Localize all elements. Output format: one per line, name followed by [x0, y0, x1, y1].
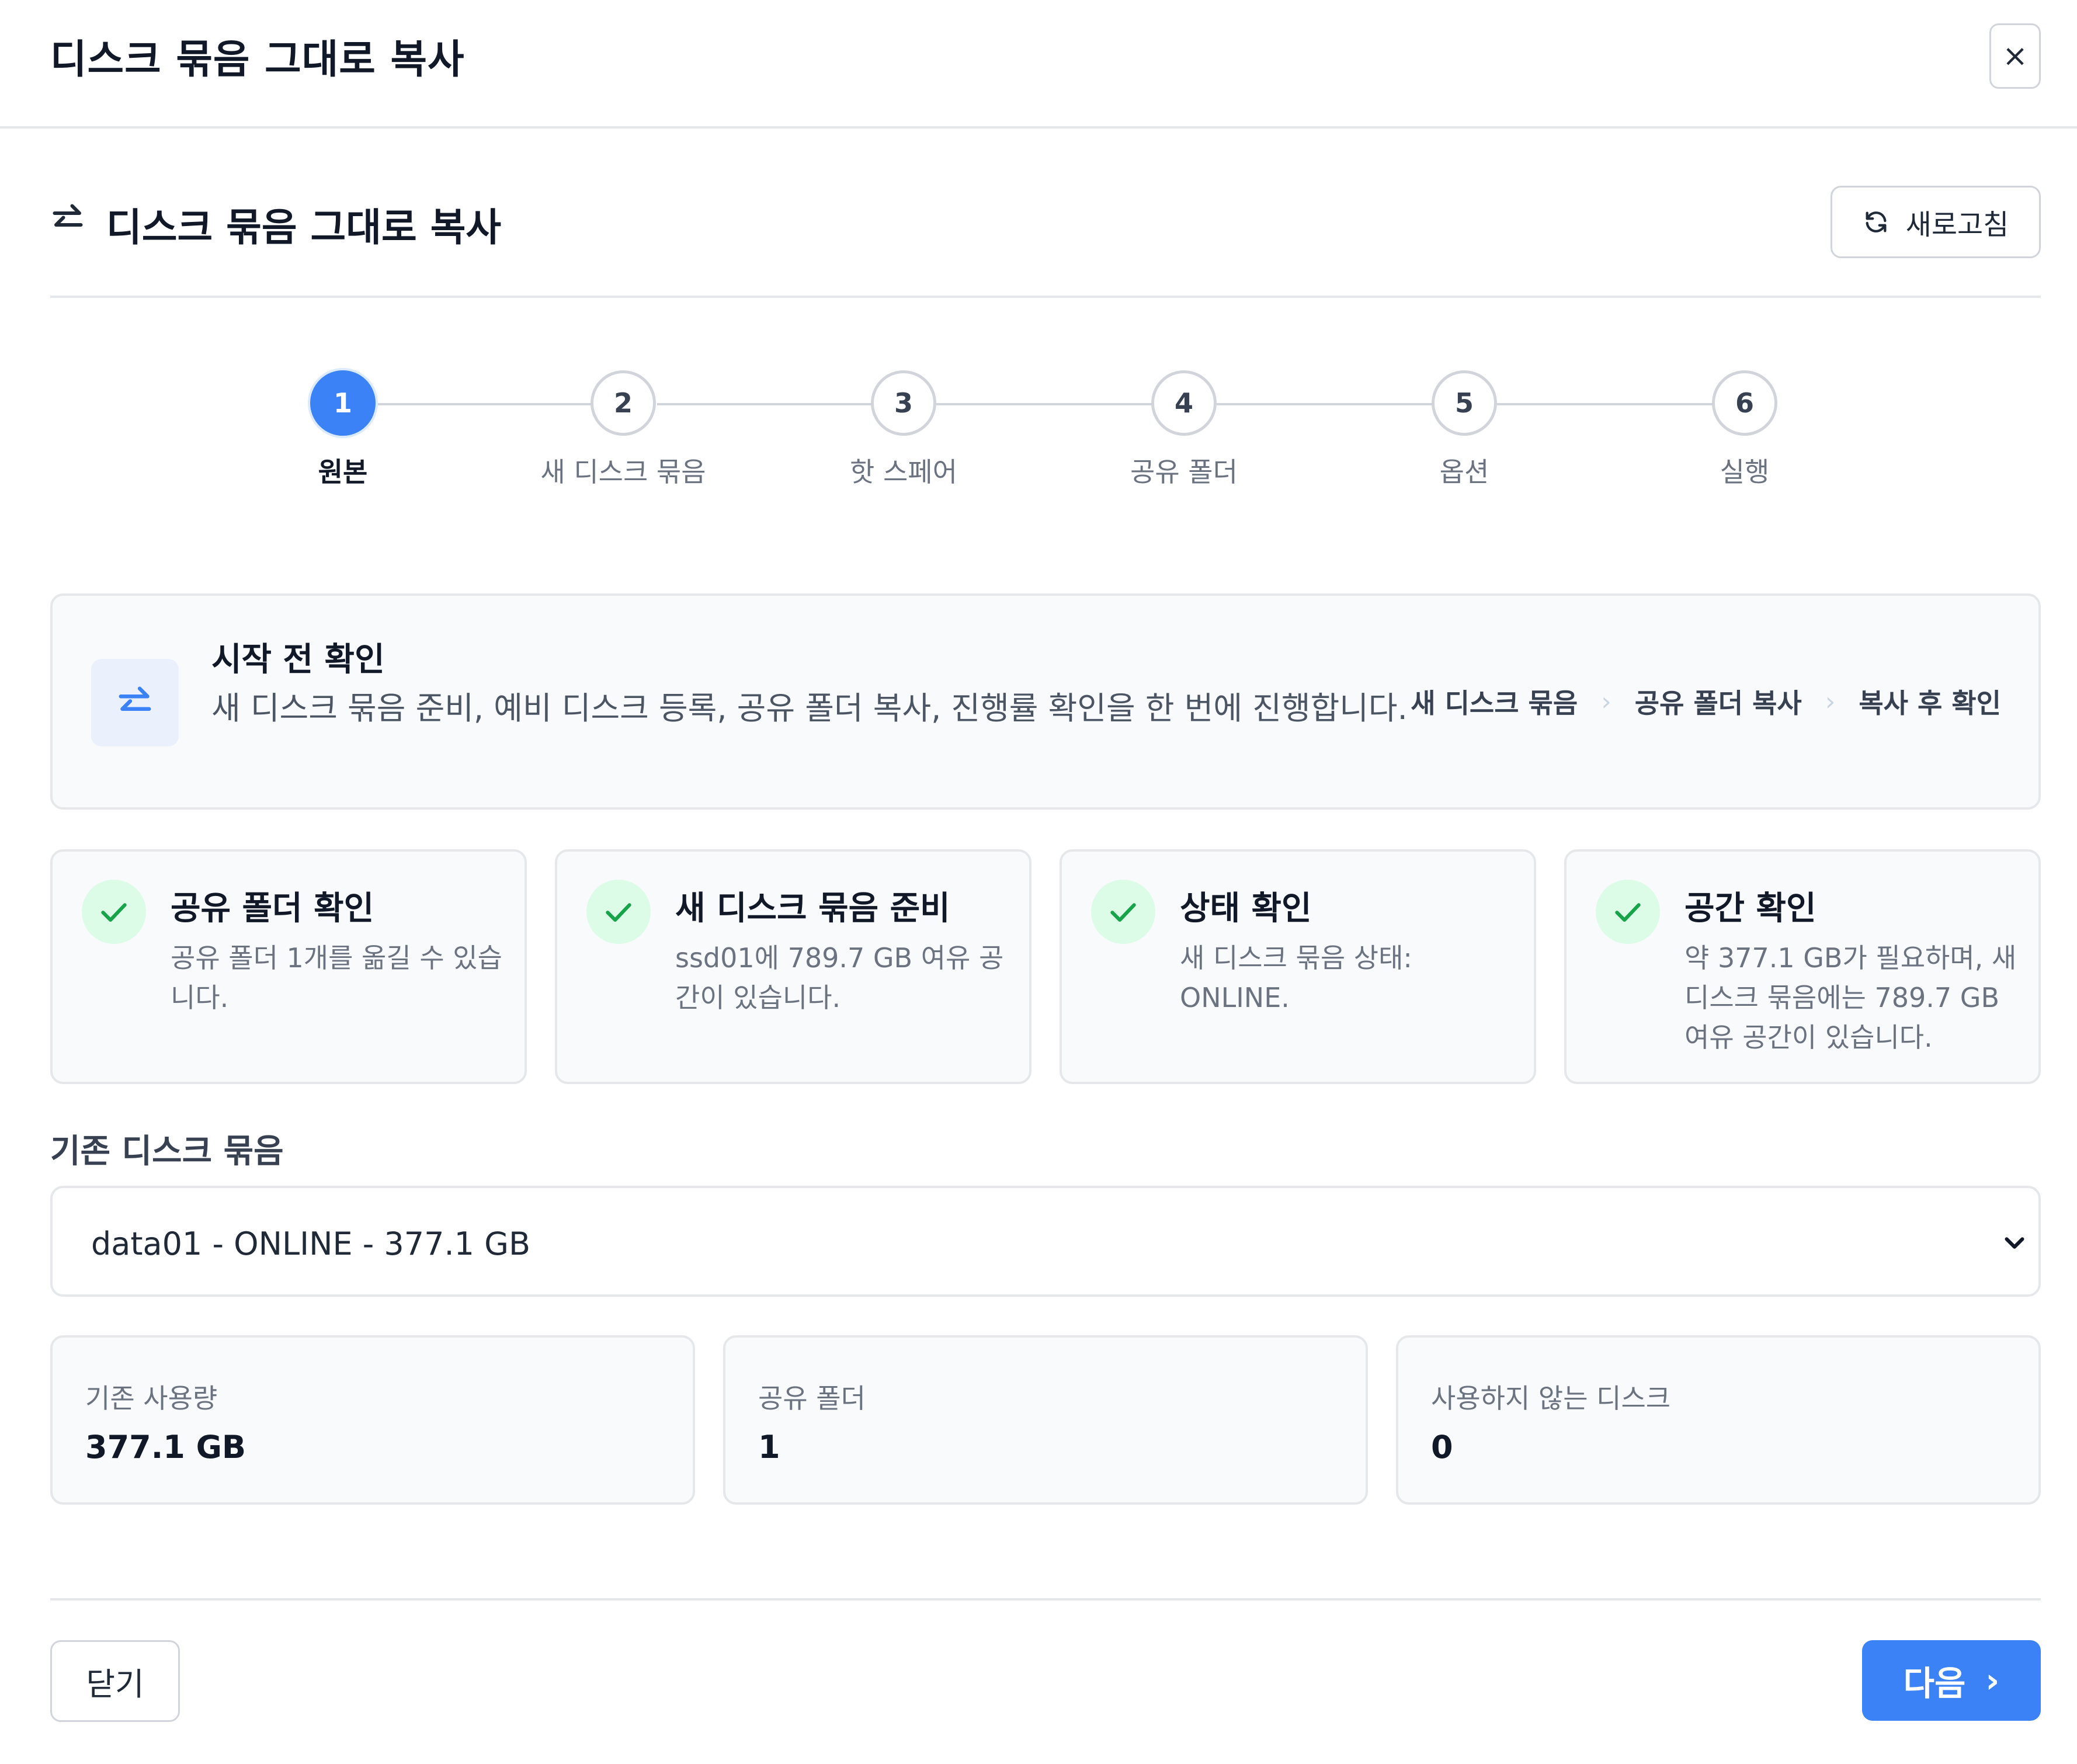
stat-value: 0: [1431, 1429, 1453, 1466]
close-button[interactable]: ×: [1989, 23, 2041, 89]
check-description: 약 377.1 GB가 필요하며, 새 디스크 묶음에는 789.7 GB 여유…: [1684, 942, 2017, 1053]
step-label: 핫 스페어: [850, 456, 957, 488]
check-card-shared-folder: 공유 폴더 확인 공유 폴더 1개를 옮길 수 있습니다.: [50, 849, 527, 1084]
refresh-icon: [1866, 211, 1887, 232]
flow-step-copy-folder: 공유 폴더 복사: [1634, 687, 1802, 719]
process-flow: 새 디스크 묶음 › 공유 폴더 복사 › 복사 후 확인: [1411, 682, 2001, 721]
check-description: 새 디스크 묶음 상태: ONLINE.: [1180, 942, 1412, 1013]
step-run[interactable]: 6 실행: [1657, 370, 1832, 489]
stat-label: 기존 사용량: [85, 1383, 218, 1414]
close-dialog-button[interactable]: 닫기: [50, 1640, 180, 1722]
step-number: 3: [871, 370, 936, 436]
check-card-space: 공간 확인 약 377.1 GB가 필요하며, 새 디스크 묶음에는 789.7…: [1564, 849, 2041, 1084]
select-value: data01 - ONLINE - 377.1 GB: [91, 1225, 531, 1262]
source-pool-select[interactable]: data01 - ONLINE - 377.1 GB: [50, 1186, 2041, 1297]
step-label: 공유 폴더: [1130, 456, 1238, 488]
stat-value: 1: [758, 1429, 780, 1466]
step-number: 4: [1151, 370, 1217, 436]
check-title: 상태 확인: [1180, 890, 1312, 928]
info-icon-box: [91, 659, 179, 746]
wizard-stepper: 1 원본 2 새 디스크 묶음 3 핫 스페어 4 공유 폴더 5 옵션 6 실…: [0, 362, 2077, 514]
flow-step-verify: 복사 후 확인: [1859, 687, 2001, 719]
check-icon: [1091, 880, 1155, 944]
step-number: 5: [1432, 370, 1497, 436]
next-label: 다음: [1903, 1664, 1966, 1703]
stat-card-shared-folders: 공유 폴더 1: [723, 1335, 1368, 1505]
info-description: 새 디스크 묶음 준비, 예비 디스크 등록, 공유 폴더 복사, 진행률 확인…: [211, 690, 1408, 727]
stat-value: 377.1 GB: [85, 1429, 246, 1466]
step-label: 원본: [318, 456, 368, 488]
check-card-new-pool: 새 디스크 묶음 준비 ssd01에 789.7 GB 여유 공간이 있습니다.: [555, 849, 1031, 1084]
source-pool-label: 기존 디스크 묶음: [50, 1133, 284, 1171]
stat-label: 공유 폴더: [758, 1383, 866, 1414]
step-new-pool[interactable]: 2 새 디스크 묶음: [536, 370, 711, 489]
check-icon: [586, 880, 651, 944]
refresh-label: 새로고침: [1905, 209, 2009, 241]
check-title: 새 디스크 묶음 준비: [675, 890, 950, 928]
chevron-right-icon: ›: [1825, 686, 1836, 717]
check-description: 공유 폴더 1개를 옮길 수 있습니다.: [171, 942, 502, 1013]
footer-divider: [50, 1598, 2041, 1600]
refresh-button[interactable]: 새로고침: [1831, 186, 2041, 258]
chevron-down-icon: [2005, 1237, 2024, 1249]
chevron-right-icon: ›: [1985, 1661, 2000, 1700]
check-card-status: 상태 확인 새 디스크 묶음 상태: ONLINE.: [1060, 849, 1536, 1084]
stat-card-usage: 기존 사용량 377.1 GB: [50, 1335, 695, 1505]
step-shared-folder[interactable]: 4 공유 폴더: [1096, 370, 1272, 489]
flow-step-new-pool: 새 디스크 묶음: [1411, 687, 1578, 719]
step-label: 실행: [1720, 456, 1770, 488]
step-number: 1: [310, 370, 376, 436]
check-title: 공간 확인: [1684, 890, 1816, 928]
step-number: 6: [1712, 370, 1777, 436]
stat-label: 사용하지 않는 디스크: [1431, 1383, 1671, 1414]
section-title: 디스크 묶음 그대로 복사: [106, 205, 502, 250]
section-header: 디스크 묶음 그대로 복사 새로고침: [50, 164, 2041, 298]
step-source[interactable]: 1 원본: [255, 370, 430, 489]
step-number: 2: [591, 370, 656, 436]
check-title: 공유 폴더 확인: [171, 890, 374, 928]
close-icon: ×: [2002, 39, 2028, 74]
check-icon: [1596, 880, 1660, 944]
chevron-right-icon: ›: [1601, 686, 1611, 717]
next-button[interactable]: 다음 ›: [1862, 1640, 2041, 1721]
info-title: 시작 전 확인: [211, 641, 385, 679]
step-label: 새 디스크 묶음: [540, 456, 706, 488]
pre-check-info-card: 시작 전 확인 새 디스크 묶음 준비, 예비 디스크 등록, 공유 폴더 복사…: [50, 593, 2041, 810]
check-description: ssd01에 789.7 GB 여유 공간이 있습니다.: [675, 942, 1004, 1013]
swap-arrows-icon: [53, 204, 83, 227]
dialog-title: 디스크 묶음 그대로 복사: [50, 37, 465, 83]
dialog-header: 디스크 묶음 그대로 복사 ×: [0, 0, 2077, 129]
step-label: 옵션: [1439, 456, 1489, 488]
check-icon: [82, 880, 146, 944]
step-hot-spare[interactable]: 3 핫 스페어: [816, 370, 991, 489]
swap-arrows-icon: [119, 686, 151, 711]
step-options[interactable]: 5 옵션: [1377, 370, 1552, 489]
stat-card-unused-disks: 사용하지 않는 디스크 0: [1396, 1335, 2041, 1505]
